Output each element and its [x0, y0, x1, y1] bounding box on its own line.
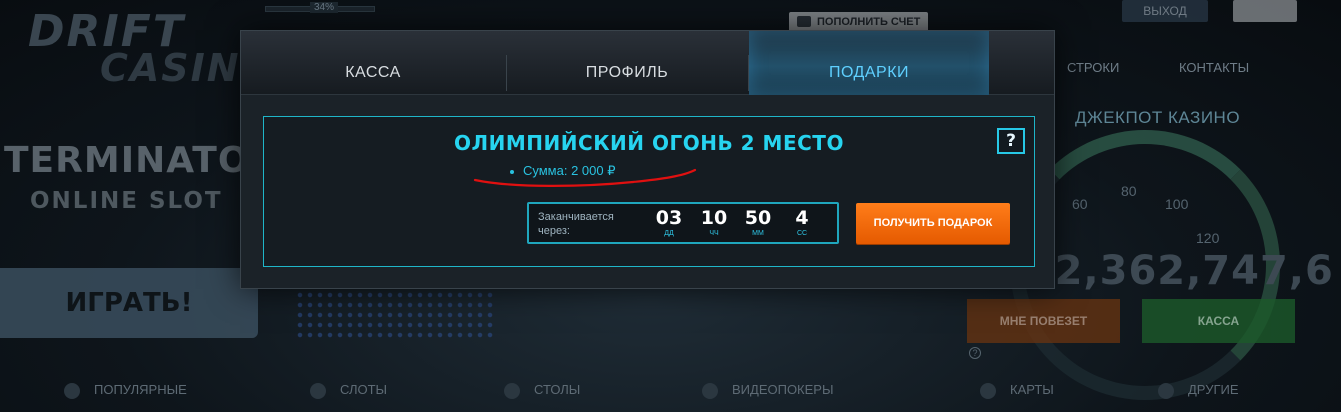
topup-label: ПОПОЛНИТЬ СЧЕТ [817, 16, 921, 28]
wallet-icon [797, 16, 811, 27]
poker-icon [702, 382, 718, 399]
gauge-label: 80 [1121, 183, 1137, 199]
gift-title: ОЛИМПИЙСКИЙ ОГОНЬ 2 МЕСТО [454, 131, 844, 155]
progress-percent: 34% [310, 2, 339, 13]
lucky-button[interactable]: МНЕ ПОВЕЗЕТ [967, 299, 1120, 343]
gauge-label: 60 [1072, 196, 1088, 212]
gauge-label: 100 [1165, 196, 1189, 212]
category-slots[interactable]: СЛОТЫ [310, 382, 387, 399]
timer-value: 03 [655, 207, 683, 229]
timer-unit: СС [796, 230, 808, 237]
table-icon [504, 382, 520, 399]
level-progress: 34% [265, 0, 375, 16]
bottom-category-nav: ПОПУЛЯРНЫЕ СЛОТЫ СТОЛЫ ВИДЕОПОКЕРЫ КАРТЫ… [0, 372, 1341, 412]
timer-unit: ЧЧ [709, 230, 719, 237]
category-label: СЛОТЫ [340, 382, 388, 397]
nav-contacts[interactable]: КОНТАКТЫ [1179, 60, 1249, 75]
star-icon [64, 382, 80, 399]
category-popular[interactable]: ПОПУЛЯРНЫЕ [64, 382, 187, 399]
nav-strings[interactable]: СТРОКИ [1067, 60, 1119, 75]
language-flag-icon[interactable] [1233, 0, 1297, 22]
timer-value: 50 [744, 207, 772, 229]
modal-tabs: КАССА ПРОФИЛЬ ПОДАРКИ [241, 31, 1054, 95]
timer-minutes: 50 ММ [741, 207, 775, 238]
tab-gifts[interactable]: ПОДАРКИ [749, 31, 989, 95]
timer-value: 4 [795, 207, 809, 229]
timer-label: Заканчивается через: [538, 211, 614, 237]
topup-button[interactable]: ПОПОЛНИТЬ СЧЕТ [789, 12, 929, 32]
category-other[interactable]: ДРУГИЕ [1158, 382, 1239, 399]
jackpot-title: ДЖЕКПОТ КАЗИНО [1075, 108, 1241, 127]
decorative-dots [295, 290, 495, 340]
category-label: ДРУГИЕ [1188, 382, 1239, 397]
category-label: ПОПУЛЯРНЫЕ [94, 382, 187, 397]
gift-card: ОЛИМПИЙСКИЙ ОГОНЬ 2 МЕСТО ? Сумма: 2 000… [263, 116, 1035, 267]
cards-icon [980, 382, 996, 399]
get-gift-button[interactable]: ПОЛУЧИТЬ ПОДАРОК [856, 203, 1010, 244]
slot-icon [310, 382, 326, 399]
countdown-timer: Заканчивается через: 03 ДД 10 ЧЧ 50 ММ 4… [527, 202, 839, 244]
category-label: ВИДЕОПОКЕРЫ [732, 382, 834, 397]
play-button[interactable]: ИГРАТЬ! [0, 268, 258, 338]
timer-unit: ДД [664, 230, 674, 237]
timer-hours: 10 ЧЧ [697, 207, 731, 238]
help-icon[interactable]: ? [969, 347, 981, 359]
game-subtitle: ONLINE SLOT [30, 188, 223, 214]
category-cards[interactable]: КАРТЫ [980, 382, 1054, 399]
timer-unit: ММ [752, 230, 764, 237]
category-label: КАРТЫ [1010, 382, 1054, 397]
gauge-label: 120 [1196, 230, 1220, 246]
category-label: СТОЛЫ [534, 382, 581, 397]
timer-value: 10 [700, 207, 728, 229]
category-videopoker[interactable]: ВИДЕОПОКЕРЫ [702, 382, 833, 399]
category-tables[interactable]: СТОЛЫ [504, 382, 580, 399]
cashier-button[interactable]: КАССА [1142, 299, 1295, 343]
top-nav: СТРОКИ КОНТАКТЫ [1055, 60, 1315, 78]
tab-cashier[interactable]: КАССА [241, 31, 505, 95]
tab-profile[interactable]: ПРОФИЛЬ [507, 31, 747, 95]
timer-days: 03 ДД [652, 207, 686, 238]
help-button[interactable]: ? [997, 128, 1025, 154]
other-icon [1158, 382, 1174, 399]
red-underline-annotation [473, 168, 697, 187]
timer-seconds: 4 СС [785, 207, 819, 238]
exit-button[interactable]: ВЫХОД [1122, 0, 1208, 22]
